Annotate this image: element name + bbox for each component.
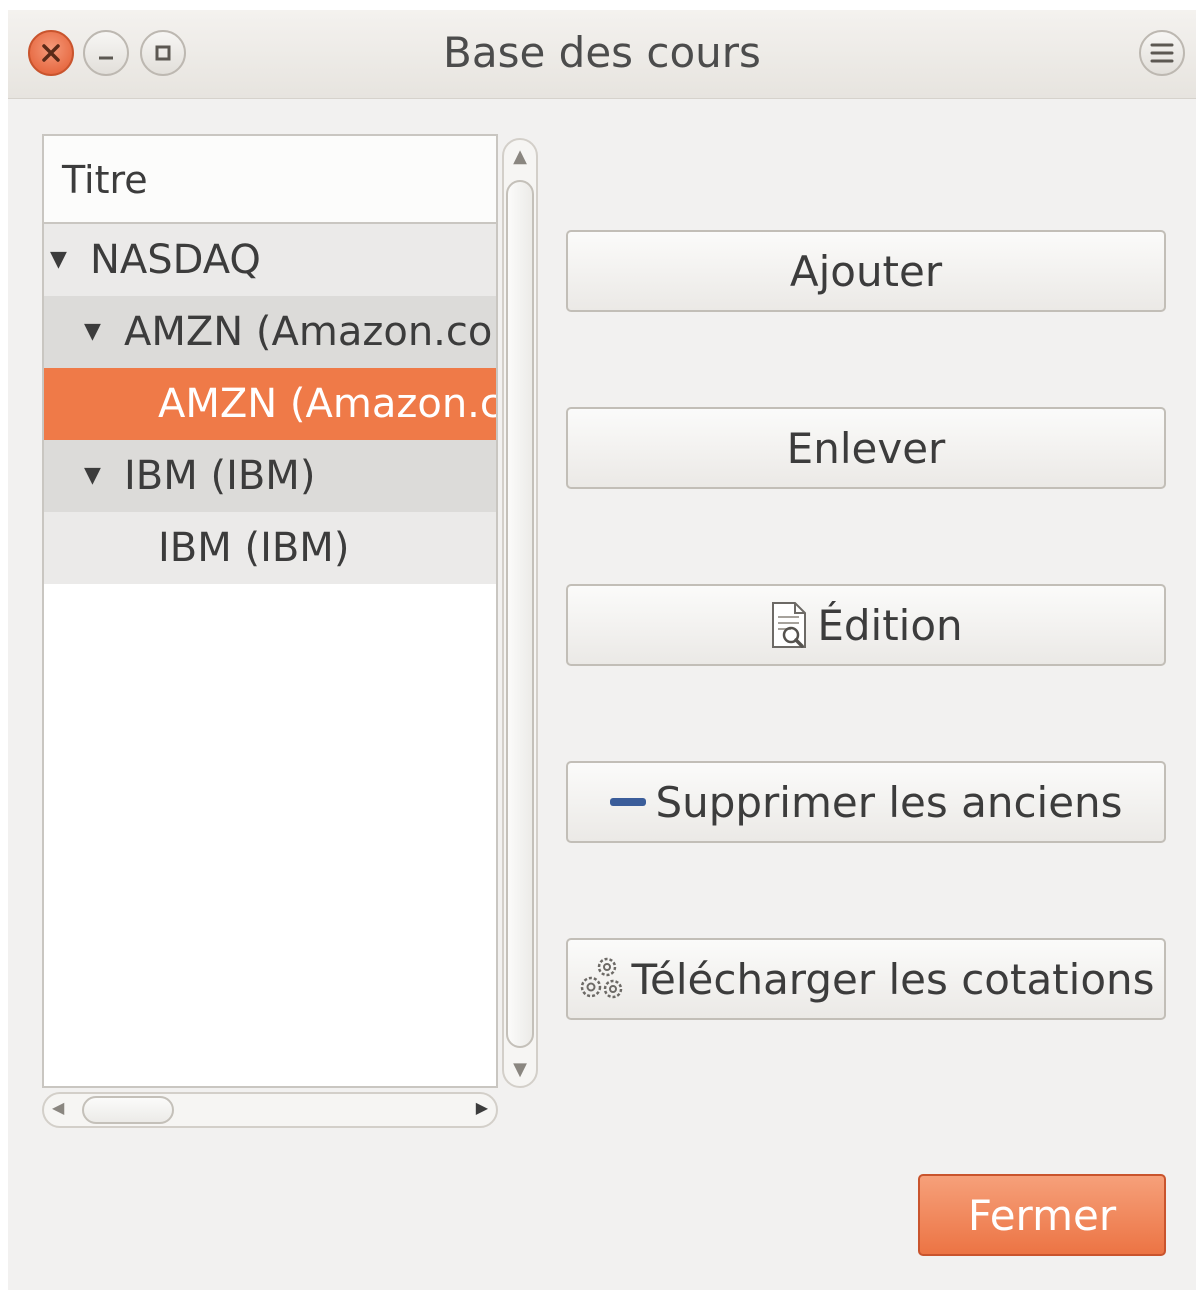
close-dialog-button-label: Fermer [967,1190,1117,1240]
gears-icon [577,955,627,1003]
quotes-tree[interactable]: Titre ▼ NASDAQ ▼ AMZN (Amazon.com, Inc.) AMZ… [42,134,498,1088]
close-dialog-button[interactable]: Fermer [918,1174,1166,1256]
delete-old-button-label: Supprimer les anciens [655,777,1123,827]
expand-arrow-icon[interactable]: ▼ [50,224,67,296]
edit-button-label: Édition [817,600,963,650]
tree-row-label: NASDAQ [90,237,261,283]
tree-row[interactable]: ▼ IBM (IBM) [44,440,496,512]
minus-icon [609,795,647,809]
tree-row[interactable]: ▼ NASDAQ [44,224,496,296]
remove-button-label: Enlever [786,423,946,473]
scroll-up-arrow-icon[interactable]: ▲ [504,146,536,167]
expand-arrow-icon[interactable]: ▼ [84,296,101,368]
add-button-label: Ajouter [789,246,943,296]
title-bar: Base des cours [8,10,1196,99]
download-quotes-button-label: Télécharger les cotations [631,954,1155,1004]
horizontal-scroll-thumb[interactable] [82,1096,174,1124]
window-menu-button[interactable] [1139,30,1185,76]
dialog-window: Base des cours Titre ▼ NASDAQ ▼ AMZN (Amazo… [8,10,1196,1290]
tree-row[interactable]: IBM (IBM) [44,512,496,584]
download-quotes-button[interactable]: Télécharger les cotations [566,938,1166,1020]
tree-row-label: AMZN (Amazon.com, Inc.) [124,309,496,355]
scroll-down-arrow-icon[interactable]: ▼ [504,1059,536,1080]
horizontal-scrollbar[interactable]: ◀ ▶ [42,1092,498,1128]
tree-row[interactable]: AMZN (Amazon.com, Inc.) [44,368,496,440]
remove-button[interactable]: Enlever [566,407,1166,489]
add-button[interactable]: Ajouter [566,230,1166,312]
edit-button[interactable]: Édition [566,584,1166,666]
hamburger-menu-icon [1150,43,1174,63]
vertical-scrollbar[interactable]: ▲ ▼ [502,138,538,1088]
scroll-right-arrow-icon[interactable]: ▶ [476,1098,488,1117]
tree-column-header[interactable]: Titre [44,136,496,224]
tree-row-label: IBM (IBM) [158,525,350,571]
delete-old-button[interactable]: Supprimer les anciens [566,761,1166,843]
expand-arrow-icon[interactable]: ▼ [84,440,101,512]
tree-row[interactable]: ▼ AMZN (Amazon.com, Inc.) [44,296,496,368]
tree-row-label: IBM (IBM) [124,453,316,499]
scroll-left-arrow-icon[interactable]: ◀ [52,1098,64,1117]
vertical-scroll-thumb[interactable] [506,180,534,1048]
tree-row-label: AMZN (Amazon.com, Inc.) [158,381,496,427]
document-edit-icon [769,601,809,649]
window-title: Base des cours [443,28,761,77]
